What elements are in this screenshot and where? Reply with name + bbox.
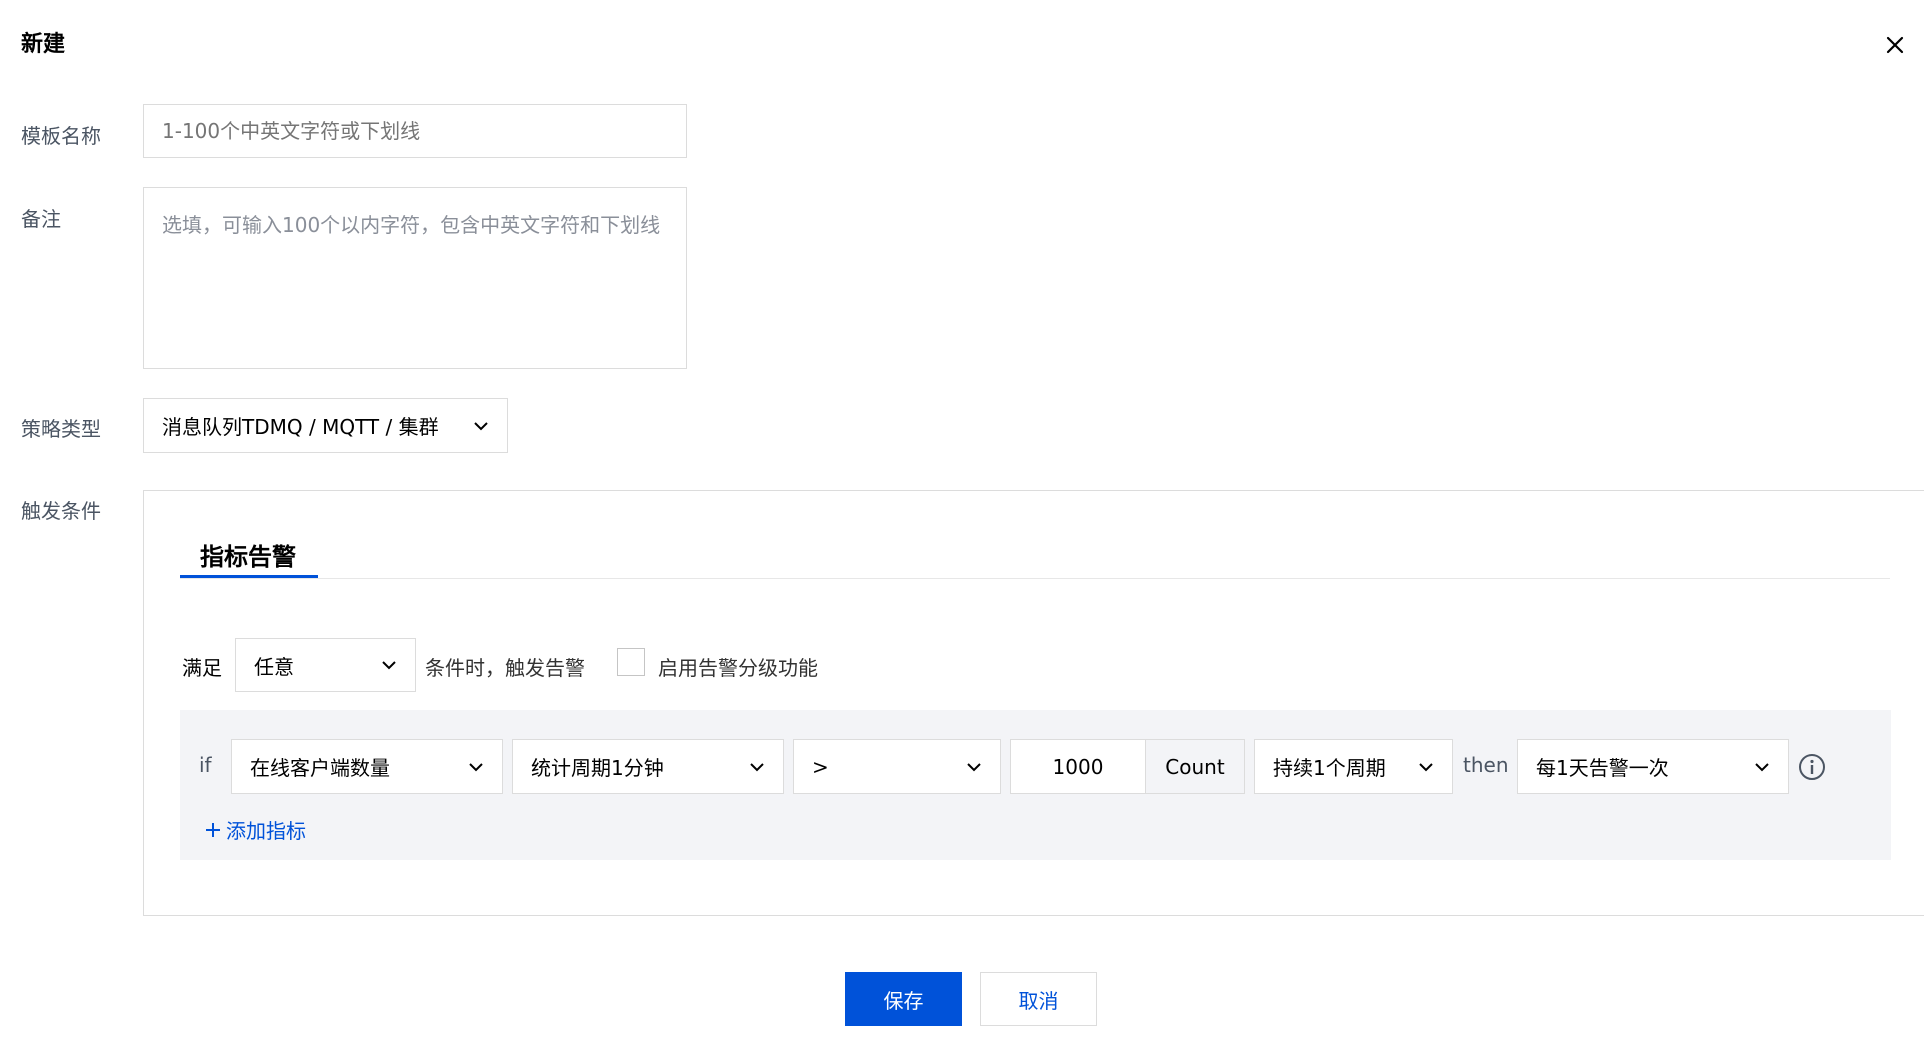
satisfy-select[interactable]: 任意 [235, 638, 416, 692]
metric-select[interactable]: 在线客户端数量 [231, 739, 503, 794]
threshold-input[interactable]: 1000 [1010, 739, 1146, 794]
grading-checkbox-label: 启用告警分级功能 [658, 656, 818, 680]
chevron-down-icon [474, 421, 488, 430]
trigger-label: 触发条件 [21, 499, 101, 523]
threshold-value: 1000 [1052, 754, 1104, 779]
grading-checkbox[interactable] [617, 648, 645, 676]
remark-textarea[interactable]: 选填，可输入100个以内字符，包含中英文字符和下划线 [143, 187, 687, 369]
operator-value: > [812, 754, 829, 779]
duration-select[interactable]: 持续1个周期 [1254, 739, 1453, 794]
frequency-value: 每1天告警一次 [1536, 756, 1669, 780]
add-metric-label: 添加指标 [226, 819, 306, 843]
if-label: if [199, 753, 212, 777]
template-name-input[interactable] [143, 104, 687, 158]
tab-divider [180, 578, 1890, 579]
unit-addon: Count [1146, 739, 1245, 794]
tab-metric-alarm[interactable]: 指标告警 [200, 537, 296, 572]
chevron-down-icon [1755, 762, 1769, 771]
tab-active-indicator [180, 575, 318, 578]
policy-type-label: 策略类型 [21, 417, 101, 441]
unit-label: Count [1165, 754, 1225, 779]
close-icon[interactable] [1880, 30, 1910, 60]
chevron-down-icon [382, 661, 396, 670]
period-value: 统计周期1分钟 [531, 756, 664, 780]
chevron-down-icon [469, 762, 483, 771]
save-button[interactable]: 保存 [845, 972, 962, 1026]
dialog-title: 新建 [21, 32, 66, 57]
chevron-down-icon [1419, 762, 1433, 771]
template-name-label: 模板名称 [21, 124, 101, 148]
frequency-select[interactable]: 每1天告警一次 [1517, 739, 1789, 794]
info-icon[interactable] [1798, 753, 1826, 781]
add-metric-link[interactable]: 添加指标 [204, 815, 306, 844]
metric-value: 在线客户端数量 [250, 756, 390, 780]
policy-type-select[interactable]: 消息队列TDMQ / MQTT / 集群 [143, 398, 508, 453]
period-select[interactable]: 统计周期1分钟 [512, 739, 784, 794]
condition-text: 条件时，触发告警 [425, 656, 585, 680]
plus-icon [206, 822, 220, 837]
chevron-down-icon [967, 762, 981, 771]
cancel-button[interactable]: 取消 [980, 972, 1097, 1026]
remark-placeholder: 选填，可输入100个以内字符，包含中英文字符和下划线 [162, 213, 661, 237]
chevron-down-icon [750, 762, 764, 771]
then-label: then [1463, 753, 1509, 777]
satisfy-label: 满足 [182, 656, 222, 680]
operator-select[interactable]: > [793, 739, 1001, 794]
satisfy-value: 任意 [254, 654, 294, 679]
policy-type-value: 消息队列TDMQ / MQTT / 集群 [162, 415, 439, 439]
remark-label: 备注 [21, 207, 61, 231]
duration-value: 持续1个周期 [1273, 756, 1386, 780]
